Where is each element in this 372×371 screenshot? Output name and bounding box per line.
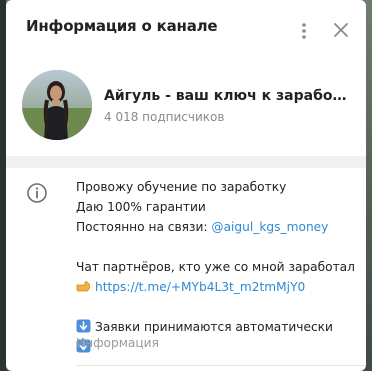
invite-link[interactable]: https://t.me/+MYb4L3t_m2tmMjY0	[95, 280, 305, 294]
info-icon	[26, 182, 48, 204]
description-line: Даю 100% гарантии	[76, 200, 206, 214]
description-line: Провожу обучение по заработку	[76, 180, 287, 194]
channel-description: Провожу обучение по заработку Даю 100% г…	[76, 177, 356, 357]
close-button[interactable]	[330, 19, 352, 41]
dialog-header: Информация о канале	[6, 0, 366, 60]
more-vertical-icon	[302, 23, 306, 39]
channel-info-dialog: Информация о канале Айгуль - ваш ключ к …	[6, 0, 366, 371]
dialog-title: Информация о канале	[26, 17, 218, 35]
channel-name: Айгуль - ваш ключ к заработк...	[104, 88, 354, 104]
description-caption: Информация	[76, 336, 159, 350]
description-line-invite: https://t.me/+MYb4L3t_m2tmMjY0	[76, 277, 356, 297]
contact-username-link[interactable]: @aigul_kgs_money	[211, 220, 328, 234]
down-arrow-emoji-icon	[76, 319, 91, 333]
description-line: Чат партнёров, кто уже со мной заработал	[76, 260, 355, 274]
section-divider	[6, 156, 366, 168]
avatar[interactable]	[22, 70, 92, 140]
description-line-auto: Заявки принимаются автоматически	[76, 317, 356, 337]
channel-description-section: Провожу обучение по заработку Даю 100% г…	[6, 168, 366, 371]
avatar-image	[22, 70, 92, 140]
more-options-button[interactable]	[294, 20, 314, 42]
contact-prefix: Постоянно на связи:	[76, 220, 212, 234]
pointing-hand-icon	[76, 281, 90, 292]
section-bottom-divider	[76, 365, 366, 366]
auto-accept-text: Заявки принимаются автоматически	[95, 320, 333, 334]
close-icon	[334, 23, 348, 37]
description-line-contact: Постоянно на связи: @aigul_kgs_money	[76, 217, 356, 237]
subscribers-count: 4 018 подписчиков	[104, 110, 225, 124]
channel-profile: Айгуль - ваш ключ к заработк... 4 018 по…	[6, 62, 366, 154]
